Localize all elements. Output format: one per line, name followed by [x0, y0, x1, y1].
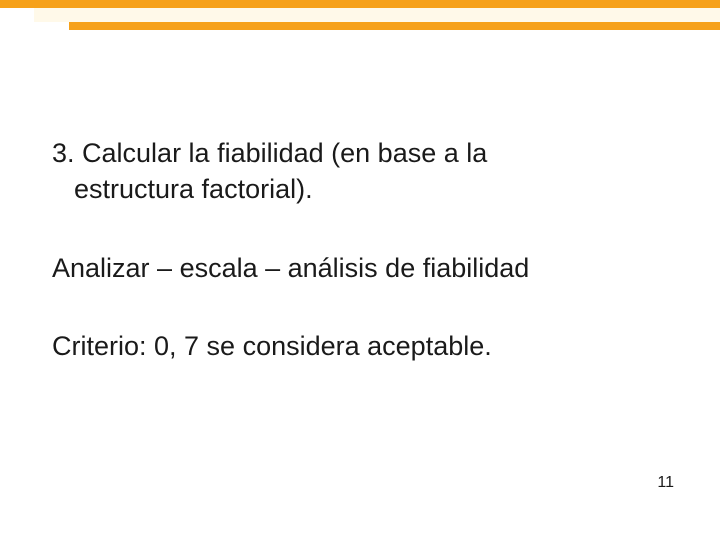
header-bar-middle	[34, 8, 720, 22]
body-paragraph-2: Analizar – escala – análisis de fiabilid…	[52, 250, 662, 286]
body-paragraph-1-line-2: estructura factorial).	[52, 171, 662, 207]
body-paragraph-1-line-1: 3. Calcular la fiabilidad (en base a la	[52, 138, 487, 168]
body-paragraph-3: Criterio: 0, 7 se considera aceptable.	[52, 328, 662, 364]
body-paragraph-1: 3. Calcular la fiabilidad (en base a la …	[52, 135, 662, 208]
header-bar-top	[0, 0, 720, 8]
page-number: 11	[657, 474, 674, 492]
slide-body: 3. Calcular la fiabilidad (en base a la …	[52, 135, 662, 407]
header-bar-bottom	[69, 22, 720, 30]
